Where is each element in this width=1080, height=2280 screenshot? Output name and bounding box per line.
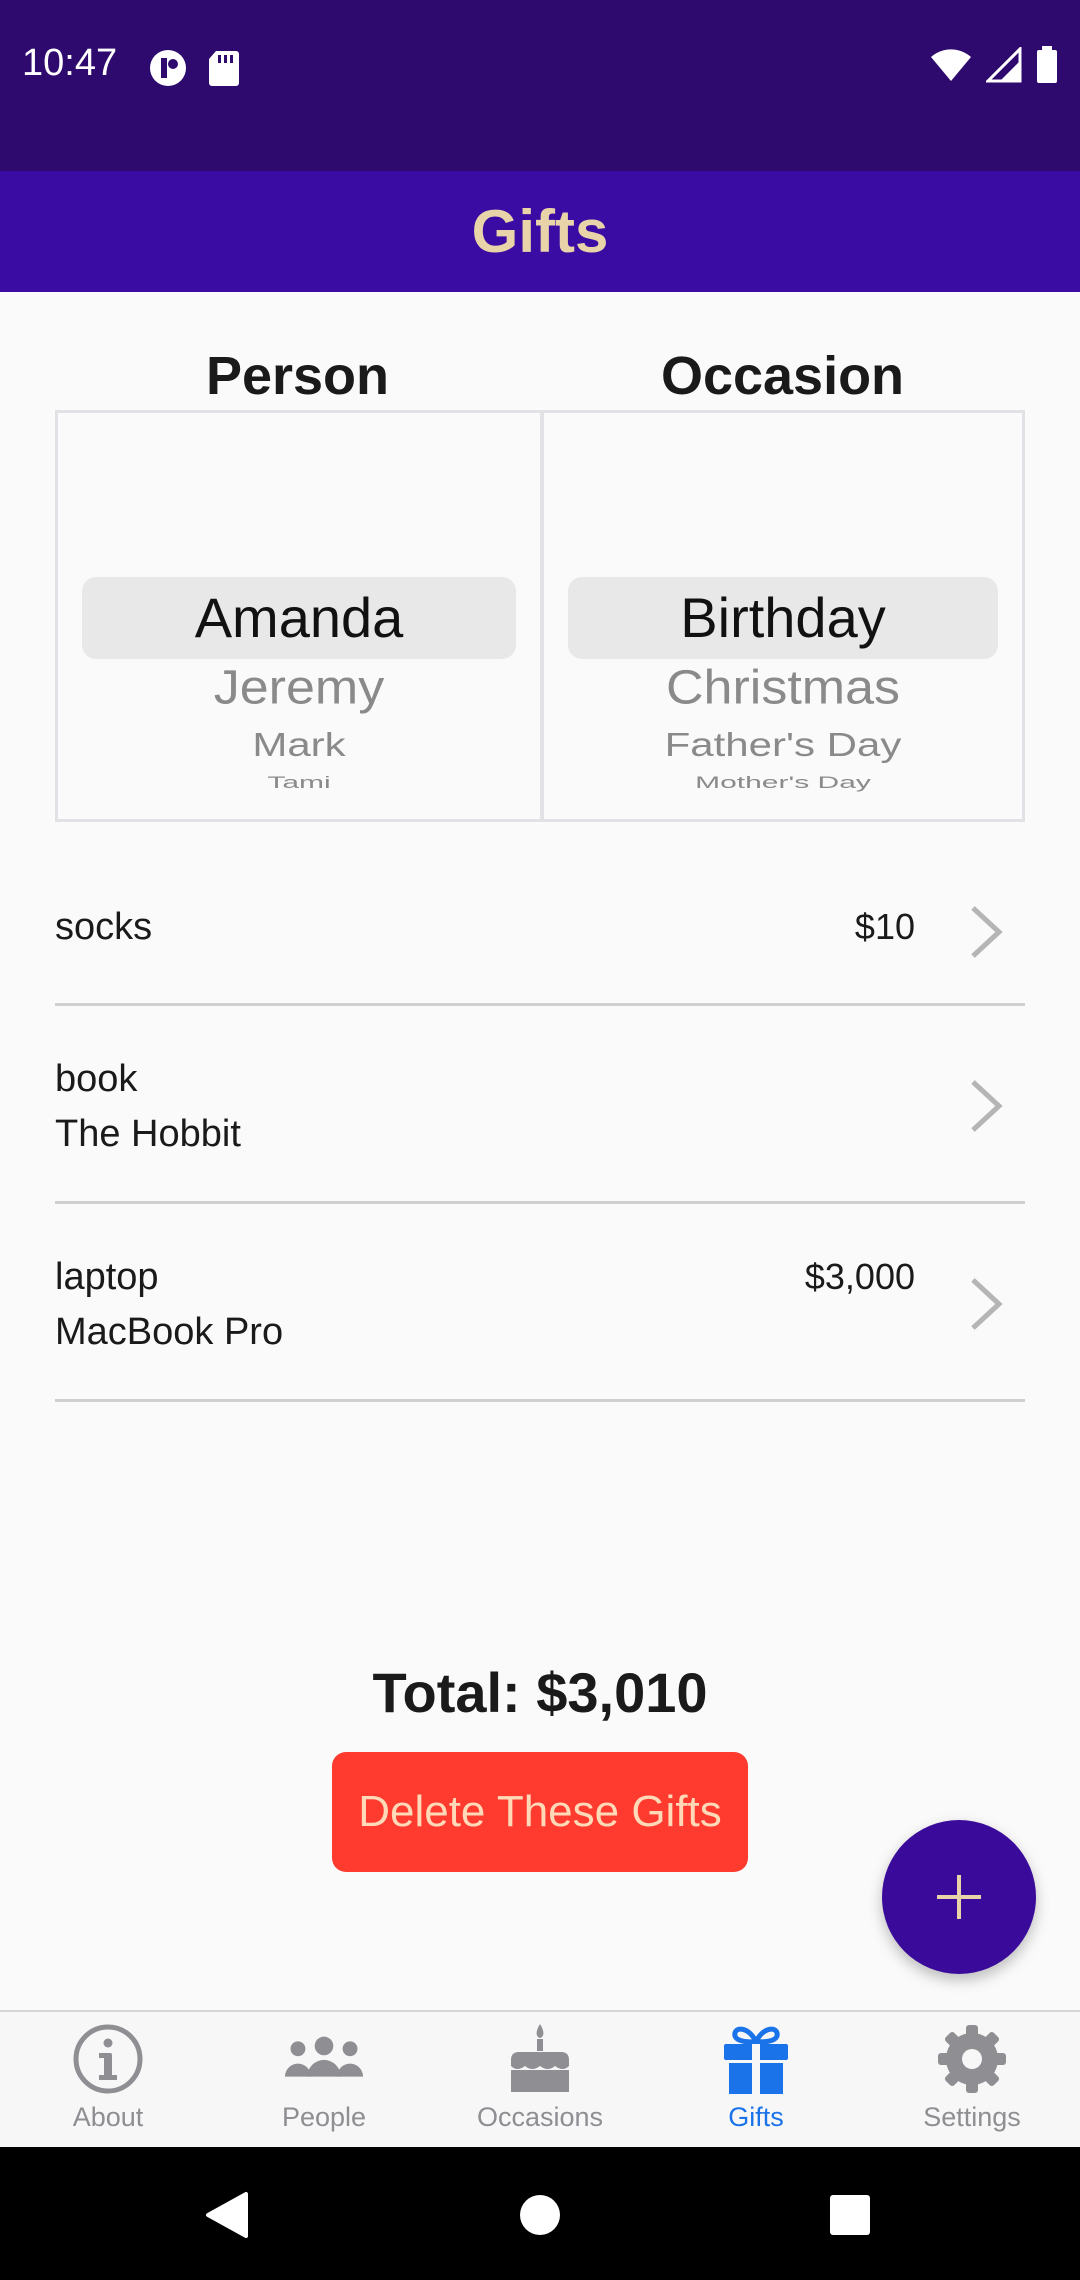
tab-occasions[interactable]: Occasions [432,2012,648,2147]
person-picker[interactable]: Amanda Jeremy Mark Tami [58,413,540,819]
home-icon[interactable] [510,2185,570,2245]
gift-row[interactable]: laptop MacBook Pro $3,000 [55,1204,1025,1402]
chevron-right-icon [971,1080,1003,1132]
tab-bar: About People Occasions Gifts Settings [0,2010,1080,2147]
gift-detail: The Hobbit [55,1113,241,1155]
total-amount: Total: $3,010 [372,1661,708,1724]
tab-label: Gifts [728,2102,784,2132]
occasion-picker[interactable]: Birthday Christmas Father's Day Mother's… [540,413,1022,819]
tab-people[interactable]: People [216,2012,432,2147]
people-icon [284,2022,364,2096]
back-icon[interactable] [196,2185,256,2245]
picker-box: Amanda Jeremy Mark Tami Birthday Christm… [55,410,1025,822]
gift-row[interactable]: book The Hobbit [55,1006,1025,1204]
gift-name: socks [55,906,153,948]
tab-about[interactable]: About [0,2012,216,2147]
system-nav-bar [0,2147,1080,2280]
person-option[interactable]: Jeremy [58,656,540,720]
person-option[interactable]: Mark [58,721,540,769]
tab-label: Settings [923,2102,1021,2132]
gift-price: $10 [854,906,915,947]
battery-icon [1036,46,1058,89]
cell-signal-icon [984,45,1022,88]
plus-icon [937,1875,981,1919]
person-option[interactable]: Tami [58,772,540,794]
cake-icon [500,2022,580,2096]
delete-gifts-button[interactable]: Delete These Gifts [332,1752,748,1872]
wifi-icon [930,47,972,88]
tab-gifts[interactable]: Gifts [648,2012,864,2147]
person-header: Person [205,346,390,406]
app-notification-icon [148,48,188,93]
gift-icon [716,2022,796,2096]
tab-label: People [281,2102,367,2132]
occasion-option[interactable]: Christmas [544,656,1022,720]
gift-name: book [55,1058,138,1100]
status-bar: 10:47 [0,0,1080,171]
add-gift-button[interactable] [882,1820,1036,1974]
occasion-header: Occasion [660,346,905,406]
occasion-option[interactable]: Mother's Day [544,772,1022,794]
gear-icon [932,2022,1012,2096]
sd-card-icon [208,49,240,92]
page-title: Gifts [471,198,609,265]
person-option[interactable]: Amanda [58,581,540,655]
gift-list: socks $10 book The Hobbit laptop MacBook… [55,860,1025,1402]
status-time: 10:47 [22,42,118,84]
recents-icon[interactable] [820,2185,880,2245]
tab-label: About [72,2102,144,2132]
occasion-option[interactable]: Father's Day [544,721,1022,769]
chevron-right-icon [971,906,1003,958]
info-icon [68,2022,148,2096]
chevron-right-icon [971,1278,1003,1330]
gift-row[interactable]: socks $10 [55,860,1025,1006]
tab-label: Occasions [476,2102,604,2132]
tab-settings[interactable]: Settings [864,2012,1080,2147]
gift-name: laptop [55,1256,159,1298]
occasion-option[interactable]: Birthday [544,581,1022,655]
picker-headers: Person Occasion [55,345,1025,407]
gift-detail: MacBook Pro [55,1311,284,1353]
app-bar: Gifts [0,171,1080,292]
gift-price: $3,000 [804,1256,915,1297]
